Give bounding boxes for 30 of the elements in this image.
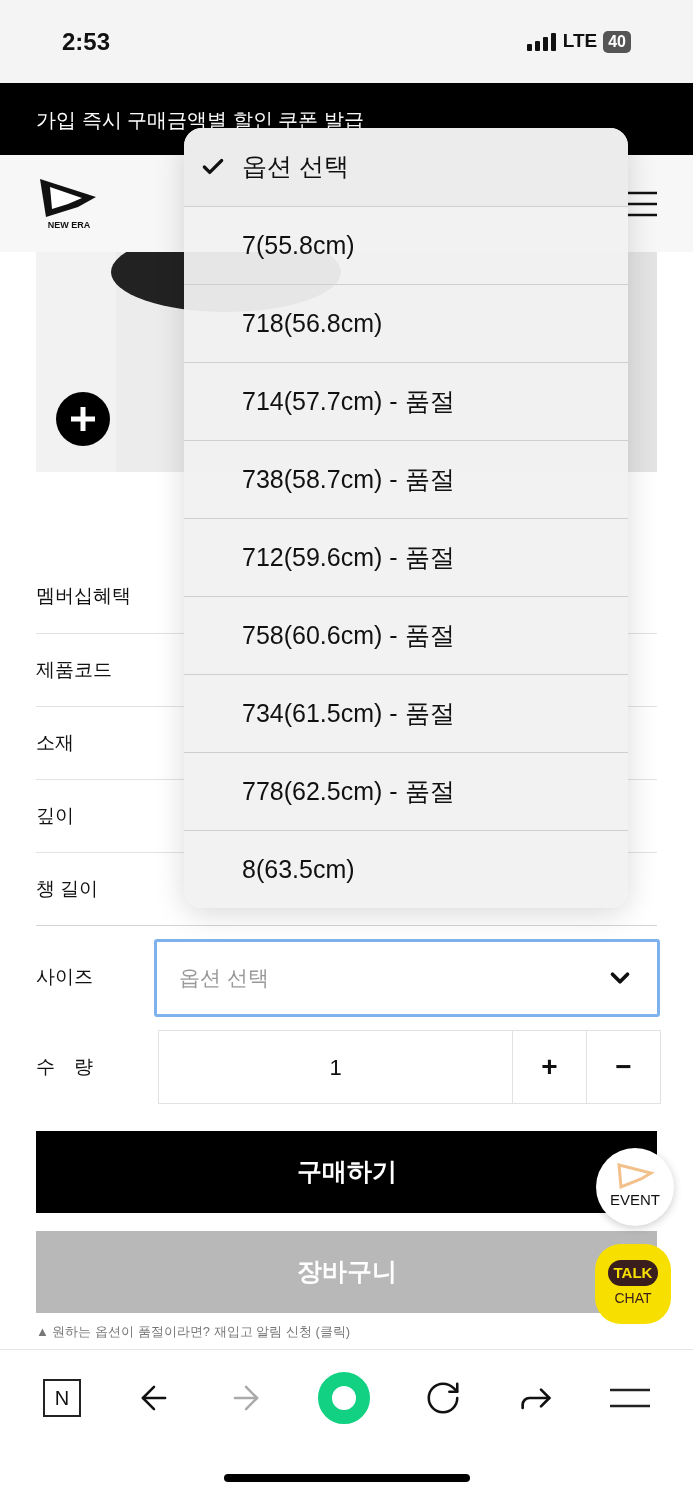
dropdown-option[interactable]: 718(56.8cm) <box>184 284 628 362</box>
dropdown-option[interactable]: 8(63.5cm) <box>184 830 628 908</box>
info-label: 제품코드 <box>36 657 112 682</box>
signal-icon <box>526 32 557 51</box>
event-button[interactable]: EVENT <box>596 1148 674 1226</box>
size-label: 사이즈 <box>36 965 94 990</box>
dropdown-option[interactable]: 734(61.5cm) - 품절 <box>184 674 628 752</box>
home-button[interactable]: N <box>42 1379 81 1417</box>
dropdown-option[interactable]: 738(58.7cm) - 품절 <box>184 440 628 518</box>
info-label: 챙 길이 <box>36 876 99 901</box>
plus-icon <box>69 405 97 433</box>
restock-link[interactable]: ▲ 원하는 옵션이 품절이라면? 재입고 알림 신청 (클릭) <box>36 1324 351 1339</box>
info-label: 깊이 <box>36 803 74 828</box>
chat-button[interactable]: TALK CHAT <box>595 1244 671 1324</box>
quantity-label: 수 량 <box>36 1054 94 1079</box>
flag-icon <box>615 1162 655 1189</box>
menu-icon[interactable] <box>610 1388 650 1408</box>
dropdown-option[interactable]: 714(57.7cm) - 품절 <box>184 362 628 440</box>
talk-bubble: TALK <box>607 1259 659 1286</box>
network-label: LTE <box>562 29 598 54</box>
dropdown-option[interactable]: 옵션 선택 <box>184 128 628 206</box>
dropdown-option[interactable]: 712(59.6cm) - 품절 <box>184 518 628 596</box>
dropdown-option[interactable]: 778(62.5cm) - 품절 <box>184 752 628 830</box>
dropdown-option[interactable]: 758(60.6cm) - 품절 <box>184 596 628 674</box>
info-label: 소재 <box>36 730 74 755</box>
status-time: 2:53 <box>62 26 111 57</box>
info-label: 멤버십혜택 <box>36 584 131 609</box>
dropdown-option[interactable]: 7(55.8cm) <box>184 206 628 284</box>
battery-indicator: 40 <box>603 30 631 53</box>
menu-icon[interactable] <box>627 190 657 217</box>
